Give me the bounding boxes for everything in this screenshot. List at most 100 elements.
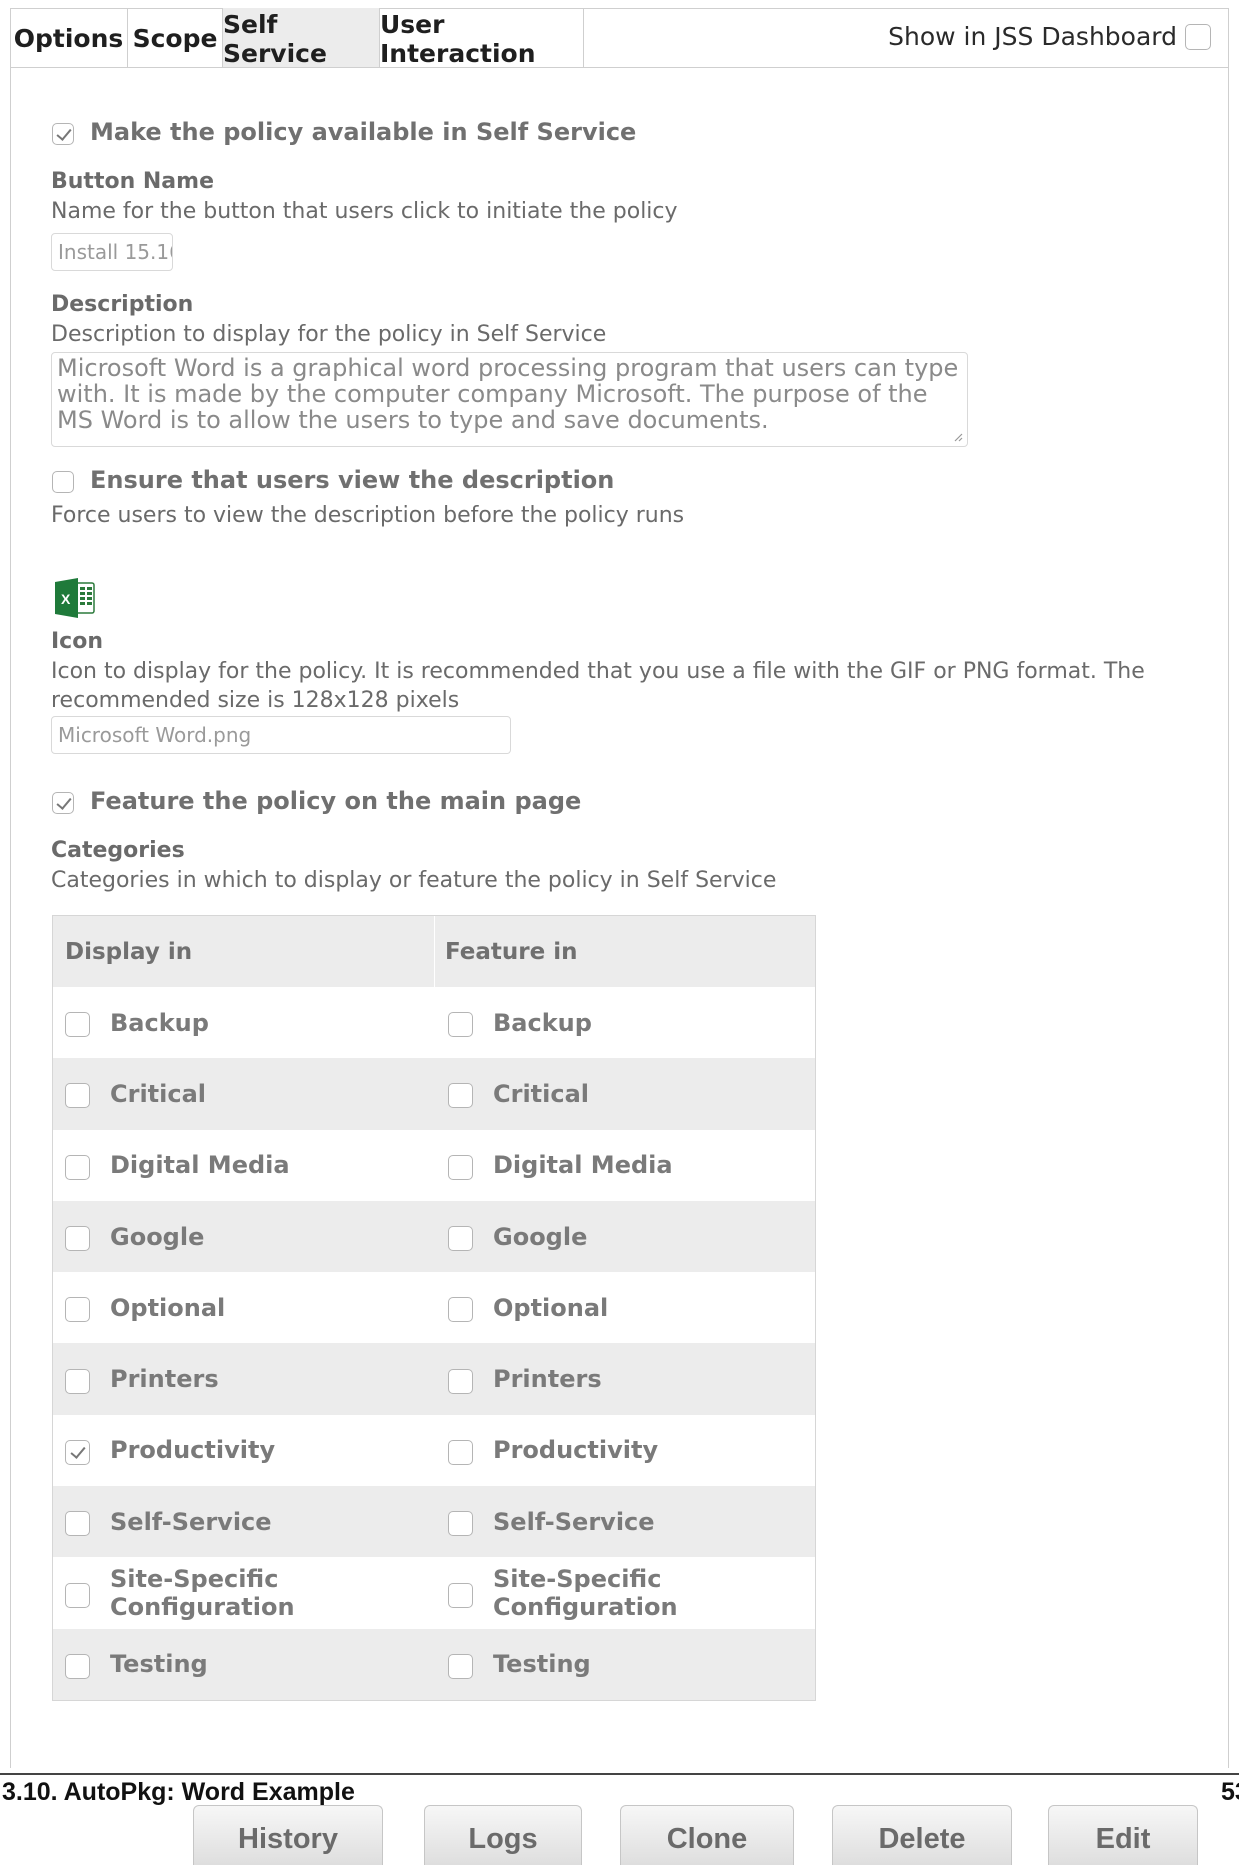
logs-button[interactable]: Logs xyxy=(424,1805,582,1865)
button-name-help: Name for the button that users click to … xyxy=(51,199,678,224)
feature-main-row: Feature the policy on the main page xyxy=(52,787,581,815)
icon-help: Icon to display for the policy. It is re… xyxy=(51,659,1145,713)
display-in-checkbox[interactable] xyxy=(65,1368,90,1394)
display-in-cell[interactable]: Self-Service xyxy=(53,1486,434,1557)
resize-grip-icon[interactable] xyxy=(953,432,963,442)
display-in-checkbox[interactable] xyxy=(65,1582,90,1608)
tab-user-interaction[interactable]: User Interaction xyxy=(380,8,584,68)
history-button[interactable]: History xyxy=(193,1805,383,1865)
feature-main-label: Feature the policy on the main page xyxy=(90,787,582,815)
category-label: Google xyxy=(110,1222,205,1251)
ensure-view-checkbox[interactable] xyxy=(52,471,74,493)
display-in-cell[interactable]: Optional xyxy=(53,1272,434,1343)
table-row: Testing Testing xyxy=(53,1628,815,1700)
feature-in-checkbox[interactable] xyxy=(448,1511,473,1537)
display-in-checkbox[interactable] xyxy=(65,1012,90,1038)
display-in-checkbox[interactable] xyxy=(65,1154,90,1180)
feature-in-checkbox[interactable] xyxy=(448,1226,473,1252)
category-label: Self-Service xyxy=(493,1507,655,1536)
tab-scope[interactable]: Scope xyxy=(128,8,223,67)
feature-in-checkbox[interactable] xyxy=(448,1083,473,1109)
excel-icon: X xyxy=(55,578,95,618)
table-row: Optional Optional xyxy=(53,1272,815,1343)
feature-in-cell[interactable]: Site-Specific Configuration xyxy=(434,1557,815,1628)
display-in-cell[interactable]: Digital Media xyxy=(53,1130,434,1201)
table-row: Google Google xyxy=(53,1200,815,1273)
display-in-checkbox[interactable] xyxy=(65,1511,90,1537)
col-display-header: Display in xyxy=(65,938,193,965)
ensure-view-help: Force users to view the description befo… xyxy=(51,503,685,528)
category-label: Optional xyxy=(493,1293,609,1322)
tab-self-service[interactable]: Self Service xyxy=(223,8,380,68)
feature-in-cell[interactable]: Optional xyxy=(434,1272,815,1343)
table-header: Display in Feature in xyxy=(53,916,815,987)
icon-label: Icon xyxy=(51,629,104,654)
feature-in-checkbox[interactable] xyxy=(448,1297,473,1323)
display-in-cell[interactable]: Google xyxy=(53,1201,434,1272)
svg-text:X: X xyxy=(61,591,71,607)
category-label: Google xyxy=(493,1222,588,1251)
make-available-row: Make the policy available in Self Servic… xyxy=(52,118,636,146)
category-label: Critical xyxy=(110,1079,207,1108)
make-available-checkbox[interactable] xyxy=(52,123,74,145)
button-name-input[interactable]: Install 15.16 xyxy=(51,233,173,271)
ensure-view-label: Ensure that users view the description xyxy=(90,466,615,494)
display-in-cell[interactable]: Testing xyxy=(53,1629,434,1700)
display-in-checkbox[interactable] xyxy=(65,1083,90,1109)
categories-help: Categories in which to display or featur… xyxy=(51,868,777,893)
display-in-cell[interactable]: Productivity xyxy=(53,1415,434,1486)
clone-button[interactable]: Clone xyxy=(620,1805,794,1865)
table-body: Backup Backup Critical Critical Digital Medi… xyxy=(53,987,815,1700)
display-in-checkbox[interactable] xyxy=(65,1439,90,1465)
delete-button[interactable]: Delete xyxy=(832,1805,1012,1865)
category-label: Digital Media xyxy=(110,1151,290,1180)
feature-in-checkbox[interactable] xyxy=(448,1368,473,1394)
icon-file-input[interactable]: Microsoft Word.png xyxy=(51,716,511,754)
display-in-cell[interactable]: Backup xyxy=(53,987,434,1058)
display-in-checkbox[interactable] xyxy=(65,1297,90,1323)
feature-in-cell[interactable]: Self-Service xyxy=(434,1486,815,1557)
feature-in-cell[interactable]: Digital Media xyxy=(434,1130,815,1201)
table-row: Printers Printers xyxy=(53,1343,815,1415)
table-row: Self-Service Self-Service xyxy=(53,1486,815,1558)
feature-main-checkbox[interactable] xyxy=(52,792,74,814)
feature-in-checkbox[interactable] xyxy=(448,1582,473,1608)
feature-in-cell[interactable]: Google xyxy=(434,1201,815,1272)
description-label: Description xyxy=(51,292,194,317)
footer-section-title: 3.10. AutoPkg: Word Example xyxy=(2,1778,355,1806)
display-in-checkbox[interactable] xyxy=(65,1653,90,1679)
footer-page-number: 53 xyxy=(1221,1778,1239,1806)
category-label: Testing xyxy=(493,1650,591,1679)
feature-in-cell[interactable]: Testing xyxy=(434,1629,815,1700)
make-available-label: Make the policy available in Self Servic… xyxy=(90,118,637,146)
description-text: Microsoft Word is a graphical word proce… xyxy=(57,354,959,434)
feature-in-cell[interactable]: Printers xyxy=(434,1343,815,1414)
display-in-cell[interactable]: Printers xyxy=(53,1343,434,1414)
feature-in-checkbox[interactable] xyxy=(448,1439,473,1465)
table-row: Digital Media Digital Media xyxy=(53,1130,815,1201)
feature-in-cell[interactable]: Backup xyxy=(434,987,815,1058)
footer-rule xyxy=(0,1773,1239,1775)
dashboard-toggle[interactable]: Show in JSS Dashboard xyxy=(888,22,1211,51)
dashboard-checkbox[interactable] xyxy=(1185,23,1211,50)
category-label: Digital Media xyxy=(493,1151,673,1180)
category-label: Site-Specific Configuration xyxy=(493,1565,678,1622)
category-label: Testing xyxy=(110,1650,208,1679)
button-name-label: Button Name xyxy=(51,169,215,194)
category-label: Backup xyxy=(110,1008,209,1037)
feature-in-checkbox[interactable] xyxy=(448,1154,473,1180)
category-label: Productivity xyxy=(493,1436,659,1465)
display-in-checkbox[interactable] xyxy=(65,1226,90,1252)
feature-in-checkbox[interactable] xyxy=(448,1653,473,1679)
edit-button[interactable]: Edit xyxy=(1048,1805,1198,1865)
description-help: Description to display for the policy in… xyxy=(51,322,607,347)
tab-options[interactable]: Options xyxy=(10,8,128,67)
category-label: Printers xyxy=(110,1365,219,1394)
display-in-cell[interactable]: Critical xyxy=(53,1058,434,1129)
categories-label: Categories xyxy=(51,838,185,863)
feature-in-cell[interactable]: Critical xyxy=(434,1058,815,1129)
feature-in-checkbox[interactable] xyxy=(448,1012,473,1038)
display-in-cell[interactable]: Site-Specific Configuration xyxy=(53,1557,434,1628)
feature-in-cell[interactable]: Productivity xyxy=(434,1415,815,1486)
description-textarea[interactable]: Microsoft Word is a graphical word proce… xyxy=(51,352,968,447)
